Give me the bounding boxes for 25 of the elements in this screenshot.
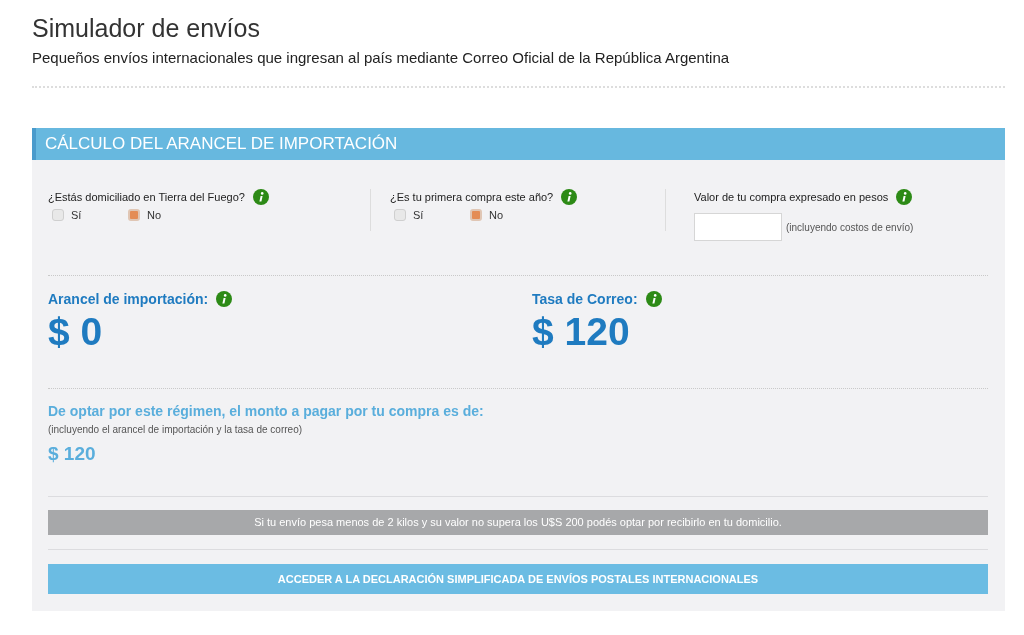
info-icon[interactable] (645, 291, 662, 307)
radio-option[interactable]: No (128, 209, 204, 221)
radio-option[interactable]: Sí (394, 209, 470, 221)
result-amount: $ 120 (532, 310, 630, 353)
info-icon[interactable] (896, 189, 913, 205)
page-title: Simulador de envíos (32, 13, 260, 44)
total-amount: $ 120 (48, 443, 96, 465)
radio-option[interactable]: Sí (52, 209, 128, 221)
amount-input[interactable] (694, 213, 782, 241)
result-amount: $ 0 (48, 310, 103, 353)
input-note: (incluyendo costos de envío) (786, 221, 914, 233)
panel-title: CÁLCULO DEL ARANCEL DE IMPORTACIÓN (32, 128, 1005, 160)
notice-bar: Si tu envío pesa menos de 2 kilos y su valor no supera los U$S 200 podés optar por recibirlo en tu domicilio. (48, 510, 988, 535)
total-label: De optar por este régimen, el monto a pagar por tu compra es de: (48, 403, 484, 419)
info-icon[interactable] (216, 291, 233, 307)
result-label: Arancel de importación: (48, 291, 209, 307)
info-icon[interactable] (561, 189, 578, 205)
page-subtitle: Pequeños envíos internacionales que ingresan al país mediante Correo Oficial de la República Argentina (32, 48, 730, 68)
radio-option[interactable]: No (470, 209, 546, 221)
question-label: Valor de tu compra expresado en pesos (694, 191, 889, 203)
question-label: ¿Es tu primera compra este año? (390, 191, 554, 203)
question-label: ¿Estás domiciliado en Tierra del Fuego? (48, 191, 245, 203)
info-icon[interactable] (252, 189, 269, 205)
result-label: Tasa de Correo: (532, 291, 638, 307)
total-note: (incluyendo el arancel de importación y la tasa de correo) (48, 424, 303, 435)
